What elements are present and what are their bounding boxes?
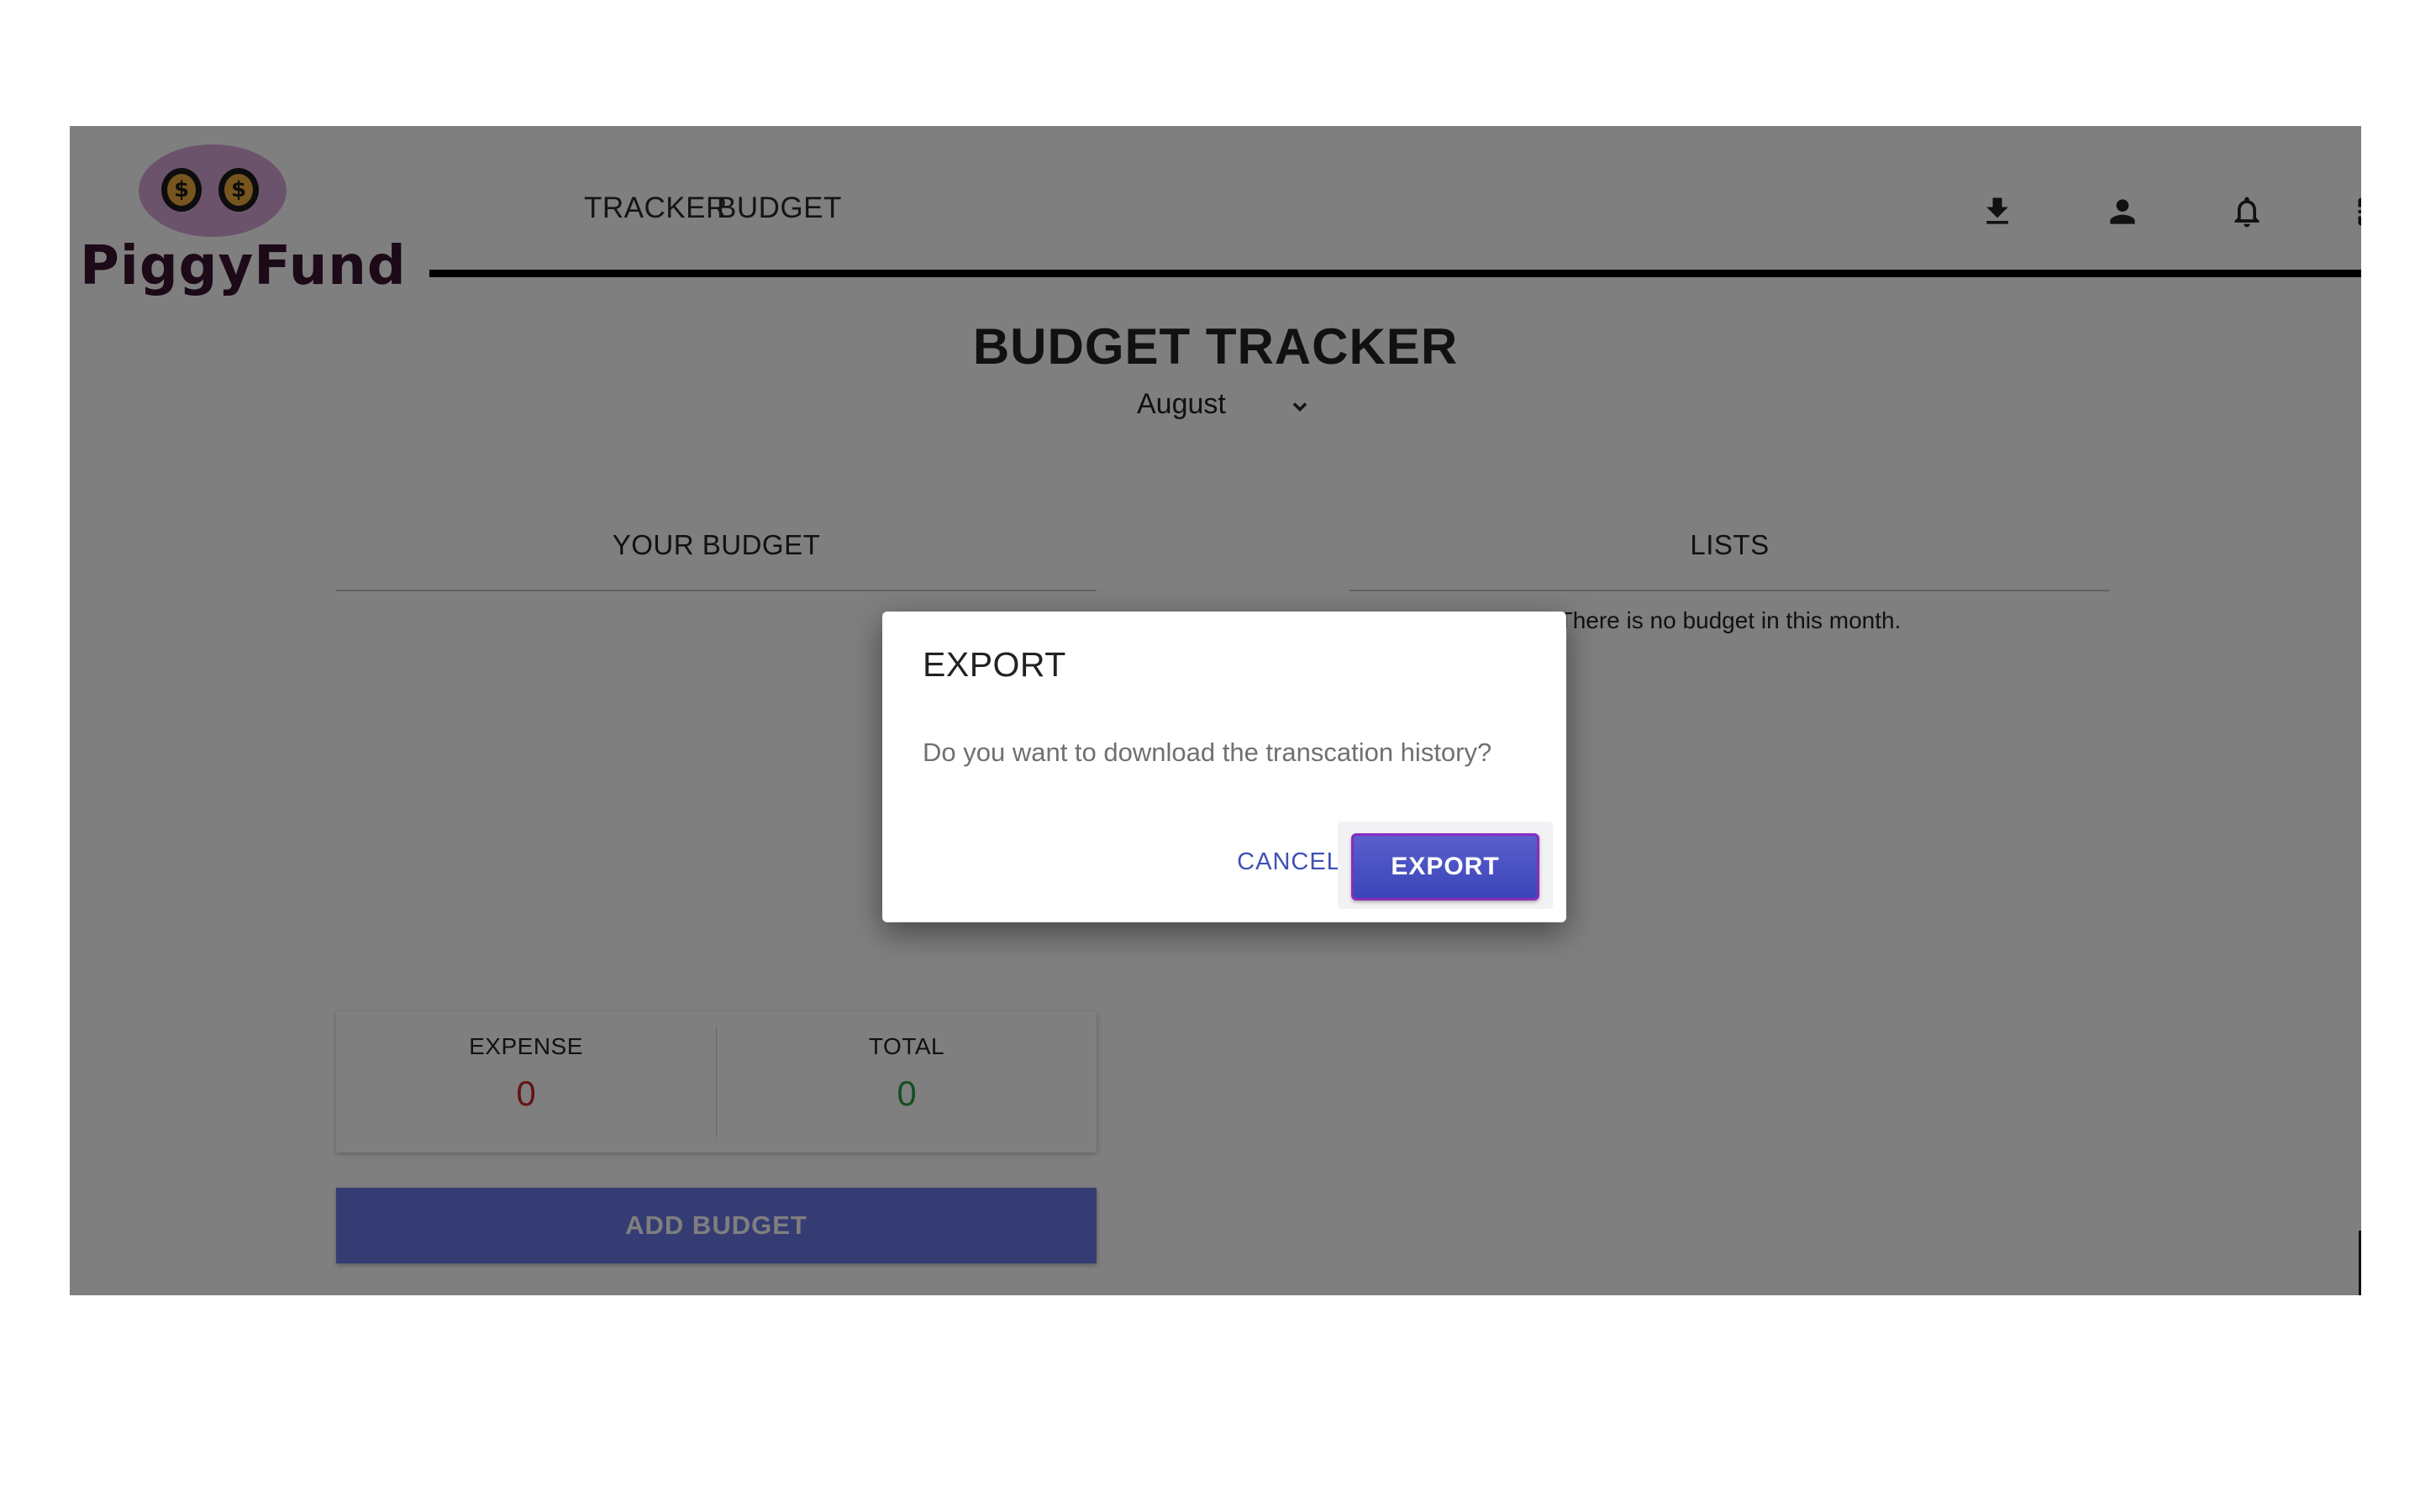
export-button[interactable]: EXPORT xyxy=(1351,833,1539,900)
modal-backdrop[interactable]: EXPORT Do you want to download the trans… xyxy=(70,126,2361,1295)
cancel-button[interactable]: CANCEL xyxy=(1222,837,1356,887)
export-dialog: EXPORT Do you want to download the trans… xyxy=(882,612,1566,922)
dialog-title: EXPORT xyxy=(923,645,1066,684)
dialog-message: Do you want to download the transcation … xyxy=(923,738,1492,767)
app-window: $ $ PiggyFund TRACKER BUDGET BUDGET TRAC… xyxy=(70,126,2361,1295)
